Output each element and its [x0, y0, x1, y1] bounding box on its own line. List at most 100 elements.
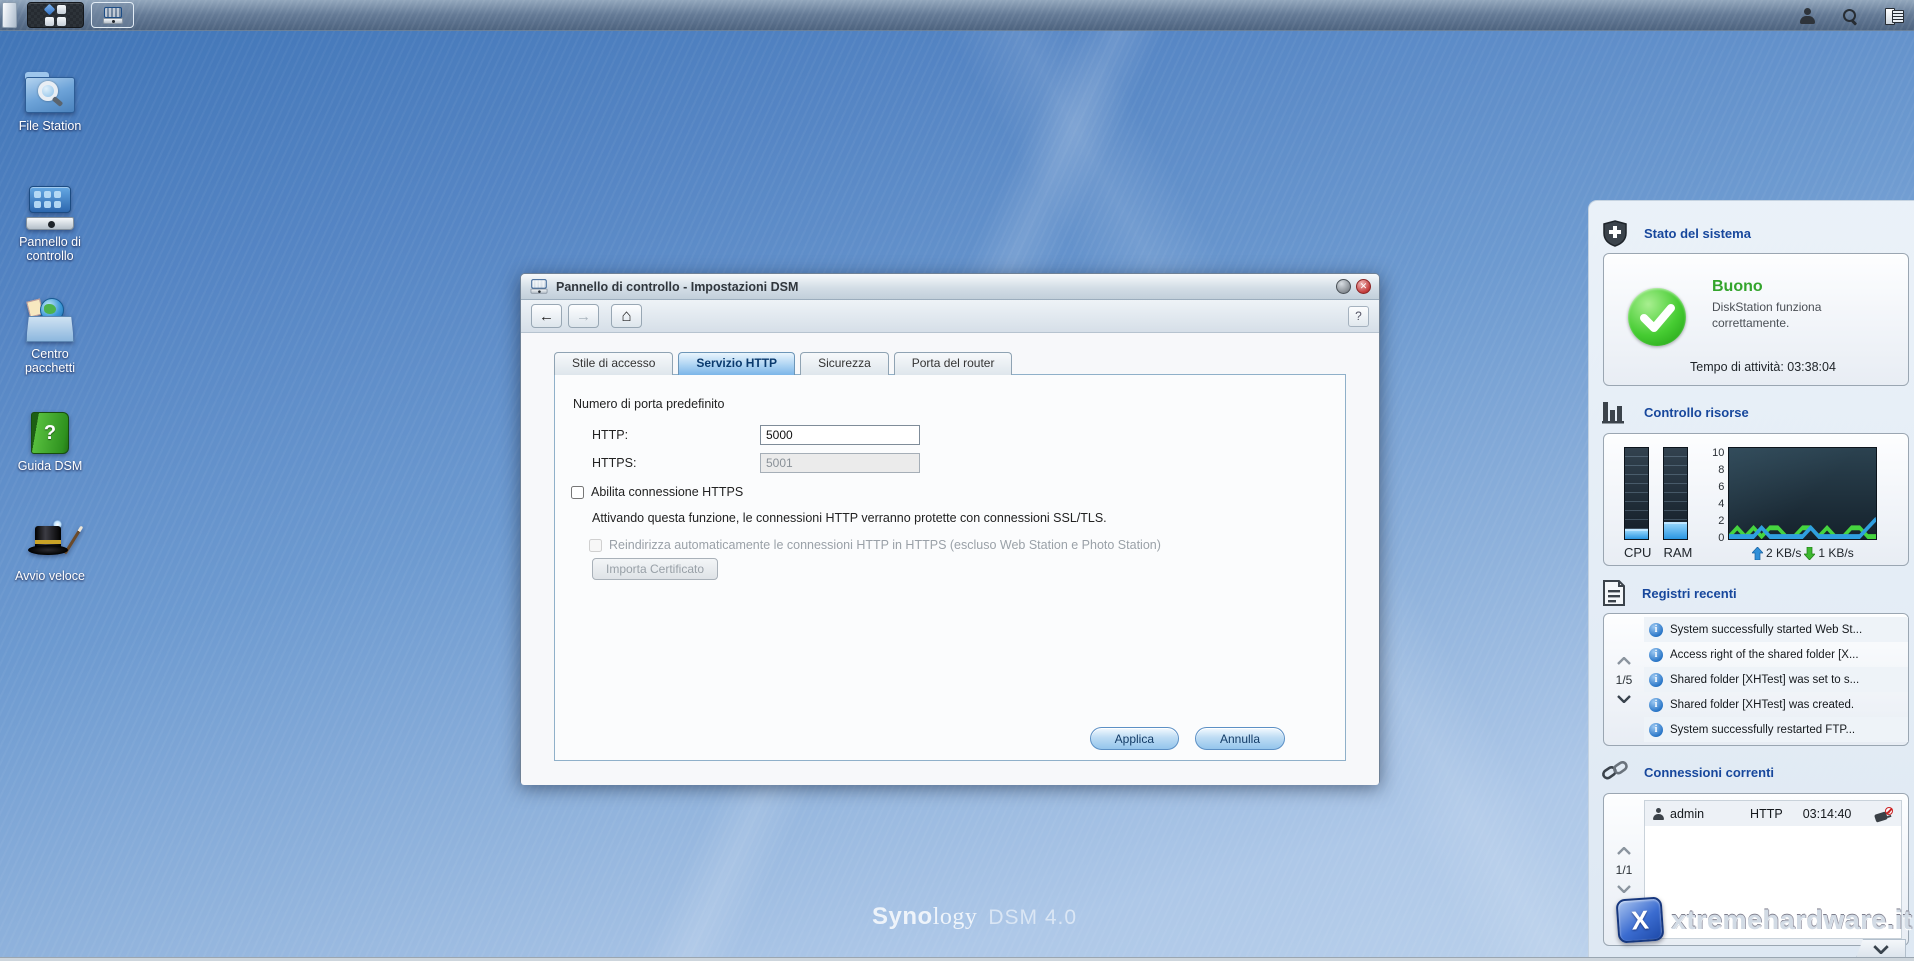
uptime-text: Tempo di attività: 03:38:04	[1690, 360, 1836, 374]
network-chart-yaxis: 108 64 20	[1708, 447, 1728, 544]
help-book-icon: ?	[31, 412, 69, 454]
taskbar	[0, 0, 1914, 31]
upload-rate: 2 KB/s	[1766, 546, 1801, 560]
home-button[interactable]: ⌂	[611, 304, 642, 328]
status-ok-icon	[1628, 288, 1686, 346]
desktop-icon-label: Centro pacchetti	[5, 347, 95, 376]
taskbar-app-control-panel[interactable]	[91, 2, 134, 28]
log-entry[interactable]: iShared folder [XHTest] was set to s...	[1644, 667, 1908, 692]
tab-access-style[interactable]: Stile di accesso	[554, 352, 673, 375]
download-arrow-icon	[1804, 547, 1815, 560]
close-button[interactable]: ✕	[1356, 279, 1371, 294]
dialog-title-icon	[531, 279, 548, 293]
pilot-view-icon[interactable]	[1885, 8, 1904, 23]
tab-router-port[interactable]: Porta del router	[894, 352, 1013, 375]
page-down-icon[interactable]	[1617, 885, 1631, 893]
help-button[interactable]: ?	[1348, 306, 1369, 327]
upload-arrow-icon	[1752, 547, 1763, 560]
minimize-button[interactable]	[1336, 279, 1351, 294]
desktop-icon-label: File Station	[5, 119, 95, 133]
control-panel-icon	[24, 186, 76, 230]
magic-hat-icon	[22, 518, 78, 564]
page-up-icon[interactable]	[1617, 847, 1631, 855]
https-note: Attivando questa funzione, le connession…	[592, 511, 1107, 525]
log-entry[interactable]: iShared folder [XHTest] was created.	[1644, 692, 1908, 717]
log-entry[interactable]: iSystem successfully started Web St...	[1644, 617, 1908, 642]
info-icon: i	[1649, 648, 1663, 662]
apply-button[interactable]: Applica	[1090, 727, 1179, 750]
control-panel-icon	[103, 7, 123, 24]
main-menu-icon	[45, 5, 66, 26]
enable-https-checkbox[interactable]	[571, 486, 584, 499]
desktop-icon-label: Pannello di controllo	[5, 235, 95, 264]
package-center-icon	[24, 296, 76, 342]
logs-page-indicator: 1/5	[1616, 673, 1633, 687]
resource-monitor-header: Controllo risorse	[1601, 399, 1749, 425]
desktop-icon-dsm-help[interactable]: ? Guida DSM	[5, 404, 95, 473]
synology-brand: Synology	[872, 903, 977, 931]
redirect-label: Reindirizza automaticamente le connessio…	[609, 538, 1161, 552]
desktop-icon-package-center[interactable]: Centro pacchetti	[5, 292, 95, 376]
cpu-label: CPU	[1624, 545, 1651, 560]
ram-meter[interactable]: RAM	[1663, 447, 1692, 565]
tab-panel: Numero di porta predefinito HTTP: HTTPS:…	[554, 374, 1346, 761]
current-connections-header: Connessioni correnti	[1601, 759, 1774, 785]
desktop-icon-label: Avvio veloce	[5, 569, 95, 583]
synology-watermark: Synology DSM 4.0	[872, 903, 1077, 931]
chevron-down-icon	[1873, 945, 1889, 954]
page-down-icon[interactable]	[1617, 695, 1631, 703]
user-icon	[1653, 808, 1664, 820]
resource-monitor-card: CPU RAM 108 64 20 2 KB/s	[1603, 433, 1909, 566]
redirect-row: Reindirizza automaticamente le connessio…	[589, 538, 1161, 552]
file-station-icon	[25, 72, 75, 114]
info-icon: i	[1649, 723, 1663, 737]
log-entry[interactable]: iAccess right of the shared folder [X...	[1644, 642, 1908, 667]
cpu-meter[interactable]: CPU	[1624, 447, 1651, 565]
page-up-icon[interactable]	[1617, 657, 1631, 665]
http-port-label: HTTP:	[592, 428, 628, 442]
xtremehardware-text: xtremehardware.it	[1671, 905, 1912, 936]
ram-label: RAM	[1663, 545, 1692, 560]
dsm-version: DSM 4.0	[988, 906, 1077, 930]
import-certificate-button[interactable]: Importa Certificato	[592, 558, 718, 580]
desktop-icon-quick-start[interactable]: Avvio veloce	[5, 514, 95, 583]
desktop-icon-file-station[interactable]: File Station	[5, 64, 95, 133]
dialog-toolbar: ← → ⌂ ?	[521, 300, 1379, 333]
tab-http-service[interactable]: Servizio HTTP	[678, 352, 795, 375]
tab-security[interactable]: Sicurezza	[800, 352, 889, 375]
enable-https-label: Abilita connessione HTTPS	[591, 485, 743, 499]
info-icon: i	[1649, 623, 1663, 637]
widget-sidebar: Stato del sistema Buono DiskStation funz…	[1588, 200, 1914, 961]
shield-icon	[1601, 219, 1629, 247]
info-icon: i	[1649, 673, 1663, 687]
logs-pager: 1/5	[1604, 614, 1644, 745]
back-button[interactable]: ←	[531, 304, 562, 328]
redirect-https-checkbox[interactable]	[589, 539, 602, 552]
main-menu-button[interactable]	[27, 2, 84, 28]
network-traffic-chart[interactable]	[1728, 447, 1877, 540]
disconnect-icon[interactable]	[1875, 807, 1893, 821]
xtremehardware-logo: X	[1616, 896, 1665, 943]
show-desktop-button[interactable]	[2, 2, 17, 28]
bar-chart-icon	[1601, 399, 1629, 425]
https-port-input[interactable]	[760, 453, 920, 473]
xtremehardware-watermark: X xtremehardware.it	[1617, 898, 1912, 942]
log-list: iSystem successfully started Web St... i…	[1644, 614, 1908, 745]
forward-button[interactable]: →	[568, 304, 599, 328]
https-port-label: HTTPS:	[592, 456, 636, 470]
search-icon[interactable]	[1842, 8, 1858, 24]
enable-https-row: Abilita connessione HTTPS	[571, 485, 743, 499]
user-menu-icon[interactable]	[1800, 8, 1815, 24]
log-entry[interactable]: iSystem successfully restarted FTP...	[1644, 717, 1908, 742]
cancel-button[interactable]: Annulla	[1195, 727, 1285, 750]
recent-logs-card: 1/5 iSystem successfully started Web St.…	[1603, 613, 1909, 746]
tab-bar: Stile di accesso Servizio HTTP Sicurezza…	[554, 352, 1017, 375]
dialog-body: Stile di accesso Servizio HTTP Sicurezza…	[521, 333, 1379, 785]
section-title: Numero di porta predefinito	[573, 397, 724, 411]
desktop-icon-control-panel[interactable]: Pannello di controllo	[5, 180, 95, 264]
dialog-titlebar[interactable]: Pannello di controllo - Impostazioni DSM…	[521, 274, 1379, 300]
connection-row[interactable]: admin HTTP 03:14:40	[1645, 801, 1901, 826]
http-port-input[interactable]	[760, 425, 920, 445]
connections-page-indicator: 1/1	[1616, 863, 1633, 877]
info-icon: i	[1649, 698, 1663, 712]
